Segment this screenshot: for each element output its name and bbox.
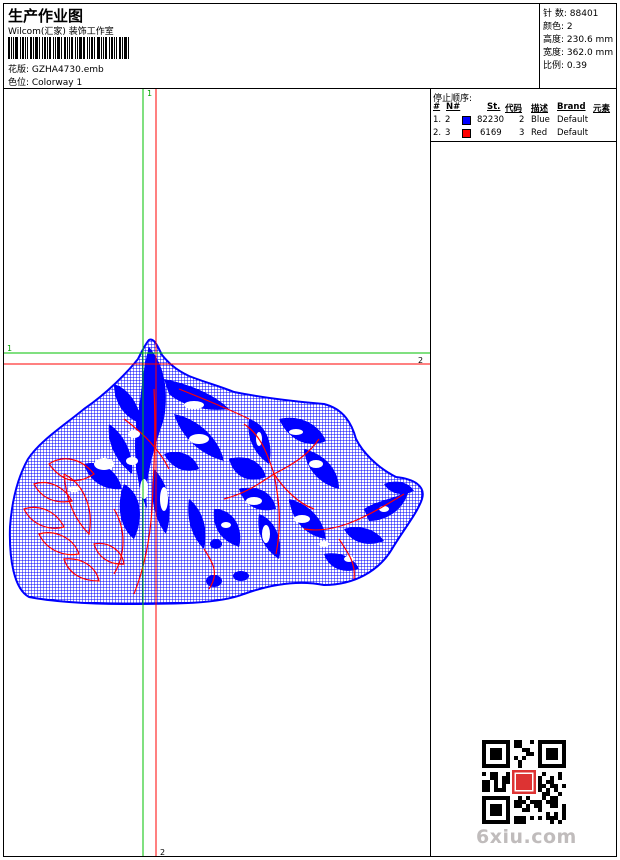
stop-table-header: # N# St. 代码 描述 Brand 元素	[433, 102, 616, 114]
stat-label: 针 数:	[543, 9, 567, 19]
row-n: 2	[445, 115, 451, 125]
row-stitches: 82230	[477, 115, 505, 125]
guide-label-h1: 1	[7, 344, 12, 353]
guide-label-v2: 2	[160, 848, 165, 856]
embroidery-design	[8, 338, 424, 606]
guide-label-h2: 2	[418, 356, 423, 365]
row-desc: Red	[531, 128, 548, 138]
studio-name: Wilcom(汇家) 装饰工作室	[8, 27, 114, 37]
row-num: 1.	[433, 115, 442, 125]
col-code: 代码	[505, 104, 523, 114]
row-code: 3	[519, 128, 525, 138]
stat-label: 宽度:	[543, 48, 565, 58]
col-n: N#	[446, 102, 461, 112]
stat-height: 高度: 230.6 mm	[543, 32, 613, 45]
row-brand: Default	[557, 128, 589, 138]
right-column-divider	[430, 88, 431, 856]
row-code: 2	[519, 115, 525, 125]
design-canvas[interactable]: 1 2 1 2	[4, 89, 430, 856]
stat-label: 高度:	[543, 35, 565, 45]
col-brand: Brand	[557, 102, 586, 112]
stat-value: 230.6 mm	[566, 35, 614, 45]
col-element: 元素	[593, 104, 611, 114]
colorway-label: 色位: Colorway 1	[8, 78, 83, 88]
col-desc: 描述	[531, 104, 549, 114]
col-num: #	[433, 102, 441, 112]
design-file-label: 花版: GZHA4730.emb	[8, 65, 104, 75]
watermark-logo: 6xiu.com	[476, 826, 577, 848]
page-title: 生产作业图	[8, 7, 84, 25]
color-swatch	[462, 116, 471, 125]
stat-stitches: 针 数: 88401	[543, 6, 598, 19]
stat-value: 88401	[569, 9, 599, 19]
row-n: 3	[445, 128, 451, 138]
row-stitches: 6169	[480, 128, 502, 138]
stat-label: 比例:	[543, 61, 565, 71]
stat-scale: 比例: 0.39	[543, 58, 587, 71]
color-swatch	[462, 129, 471, 138]
stop-row[interactable]: 1. 2 82230 2 Blue Default	[433, 115, 616, 127]
guide-label-v1: 1	[147, 89, 152, 98]
stat-value: 362.0 mm	[566, 48, 614, 58]
row-desc: Blue	[531, 115, 550, 125]
stat-value: 0.39	[566, 61, 587, 71]
mesh-fill	[8, 338, 424, 606]
stop-row[interactable]: 2. 3 6169 3 Red Default	[433, 128, 616, 140]
barcode	[8, 37, 150, 59]
stat-label: 颜色:	[543, 22, 565, 32]
stop-table-divider	[431, 141, 616, 142]
stat-width: 宽度: 362.0 mm	[543, 45, 613, 58]
stat-value: 2	[566, 22, 573, 32]
row-brand: Default	[557, 115, 589, 125]
col-st: St.	[487, 102, 501, 112]
qr-code	[482, 740, 566, 824]
row-num: 2.	[433, 128, 442, 138]
stat-colors: 颜色: 2	[543, 19, 573, 32]
